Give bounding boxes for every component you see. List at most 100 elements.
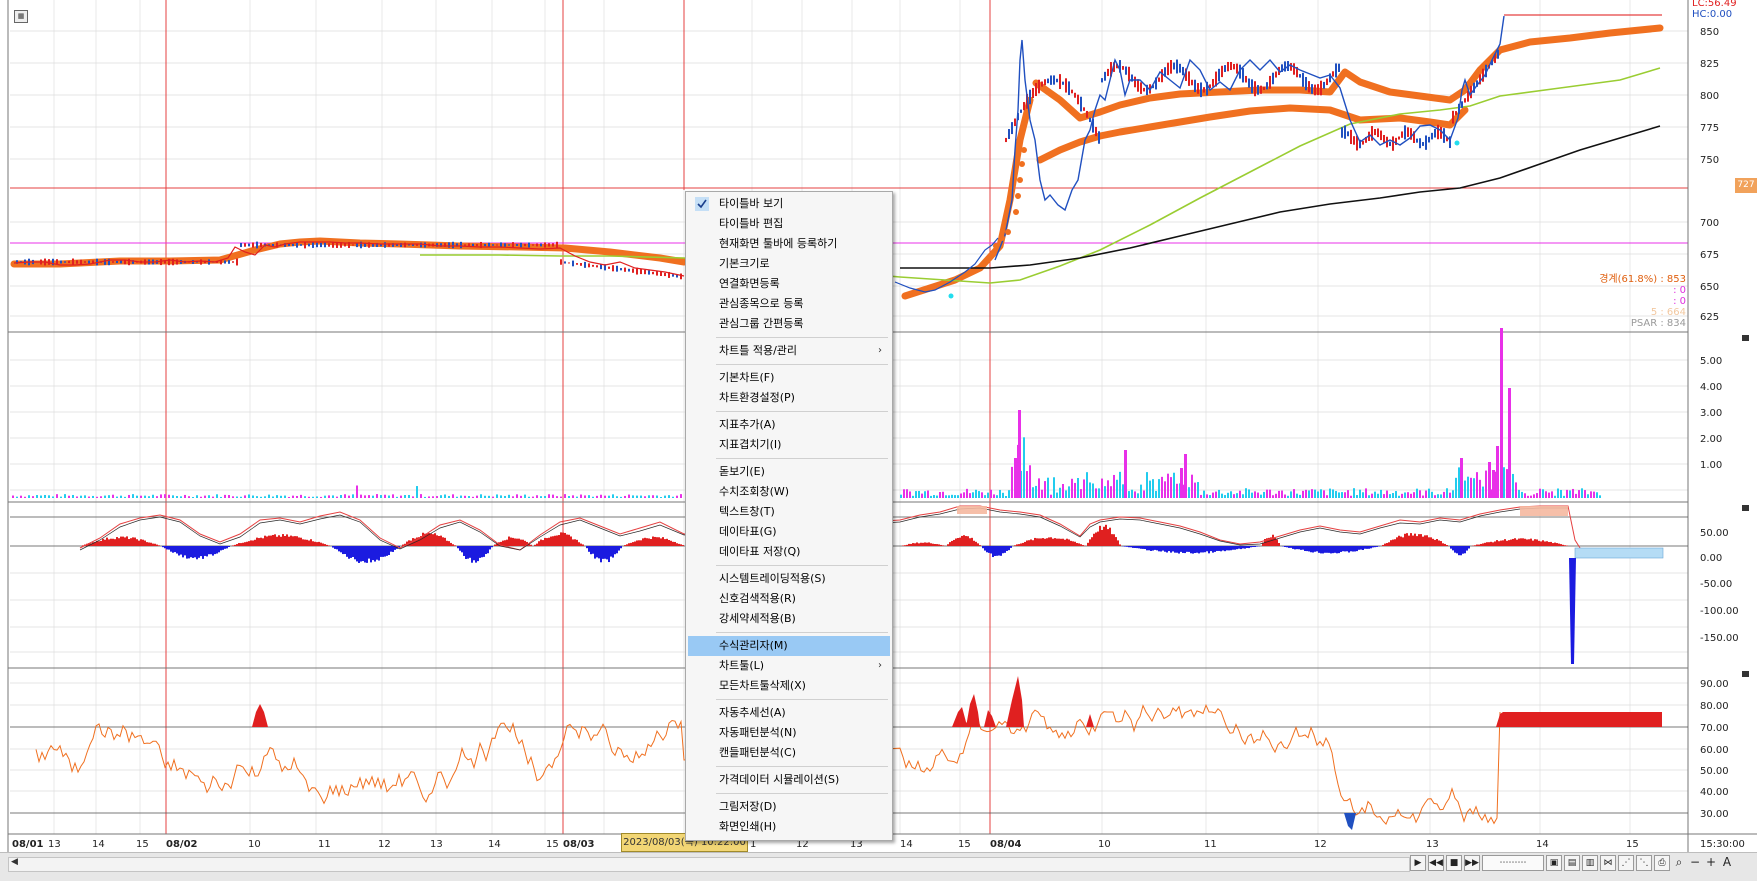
- menu-item-label: 시스템트레이딩적용(S): [719, 572, 826, 585]
- time-tick: 10: [248, 839, 261, 850]
- scroll-left-icon[interactable]: ◀: [11, 857, 18, 867]
- menu-item[interactable]: 텍스트창(T): [688, 502, 890, 522]
- chart-menu-icon[interactable]: ▦: [14, 10, 28, 23]
- menu-item[interactable]: 그림저장(D): [688, 797, 890, 817]
- chevron-right-icon: ›: [878, 341, 882, 361]
- price-tick: 800: [1700, 91, 1719, 102]
- lc-value: LC:56.49: [1692, 0, 1737, 9]
- volume-tick: 3.00: [1700, 408, 1722, 419]
- rsi-tick: 80.00: [1700, 701, 1729, 712]
- print-icon[interactable]: ⎙: [1654, 855, 1670, 871]
- menu-item[interactable]: 가격데이터 시뮬레이션(S): [688, 770, 890, 790]
- menu-item-label: 차트툴(L): [719, 659, 764, 672]
- menu-item[interactable]: 데이타표(G): [688, 522, 890, 542]
- menu-item[interactable]: 지표추가(A): [688, 415, 890, 435]
- menu-item[interactable]: 기본크기로: [688, 254, 890, 274]
- time-tick: 13: [48, 839, 61, 850]
- legend-psar: PSAR : 834: [1631, 318, 1686, 329]
- price-tick: 625: [1700, 312, 1719, 323]
- horizontal-scrollbar[interactable]: ◀: [8, 857, 1410, 872]
- menu-item[interactable]: 타이틀바 편집: [688, 214, 890, 234]
- table-icon[interactable]: ▤: [1564, 855, 1580, 871]
- menu-item[interactable]: 데이타표 저장(Q): [688, 542, 890, 562]
- menu-item[interactable]: 시스템트레이딩적용(S): [688, 569, 890, 589]
- stop-icon[interactable]: ■: [1446, 855, 1462, 871]
- zoom-out-icon[interactable]: −: [1688, 855, 1702, 869]
- time-tick: 11: [318, 839, 331, 850]
- menu-item[interactable]: 관심그룹 간편등록: [688, 314, 890, 334]
- menu-item[interactable]: 연결화면등록: [688, 274, 890, 294]
- time-tick: 11: [1204, 839, 1217, 850]
- menu-item-label: 가격데이터 시뮬레이션(S): [719, 773, 839, 786]
- menu-item[interactable]: 캔들패턴분석(C): [688, 743, 890, 763]
- time-axis-end: 15:30:00: [1700, 839, 1745, 850]
- tool-icon[interactable]: ▥: [1582, 855, 1598, 871]
- menu-separator: [716, 411, 888, 412]
- speed-slider[interactable]: ⋯⋯⋯: [1482, 855, 1544, 871]
- legend-boundary: 경계(61.8%) : 853: [1599, 272, 1686, 285]
- menu-item[interactable]: 관심종목으로 등록: [688, 294, 890, 314]
- menu-item[interactable]: 차트틀 적용/관리 ›: [688, 341, 890, 361]
- menu-item-label: 강세약세적용(B): [719, 612, 796, 625]
- menu-item[interactable]: 수치조회창(W): [688, 482, 890, 502]
- menu-item-label: 캔들패턴분석(C): [719, 746, 796, 759]
- macd-tick: -100.00: [1700, 606, 1739, 617]
- menu-item[interactable]: 자동추세선(A): [688, 703, 890, 723]
- menu-item-label: 화면인쇄(H): [719, 820, 776, 833]
- menu-item-label: 타이틀바 보기: [719, 197, 783, 210]
- menu-item[interactable]: 기본차트(F): [688, 368, 890, 388]
- menu-item-label: 차트환경설정(P): [719, 391, 795, 404]
- time-tick: 15: [1626, 839, 1639, 850]
- menu-item[interactable]: 수식관리자(M): [688, 636, 890, 656]
- menu-item-label: 관심종목으로 등록: [719, 297, 803, 310]
- menu-item[interactable]: 타이틀바 보기: [688, 194, 890, 214]
- legend-zero-1: : 0: [1673, 285, 1686, 296]
- menu-item-label: 수식관리자(M): [719, 639, 788, 652]
- menu-separator: [716, 766, 888, 767]
- macd-tick: -150.00: [1700, 633, 1739, 644]
- menu-item[interactable]: 지표겹치기(I): [688, 435, 890, 455]
- menu-item[interactable]: 모든차트툴삭제(X): [688, 676, 890, 696]
- time-tick: 14: [92, 839, 105, 850]
- menu-item[interactable]: 자동패턴분석(N): [688, 723, 890, 743]
- volume-tick: 2.00: [1700, 434, 1722, 445]
- menu-item-label: 수치조회창(W): [719, 485, 789, 498]
- layout-icon[interactable]: ▣: [1546, 855, 1562, 871]
- fast-forward-icon[interactable]: ▶▶: [1464, 855, 1480, 871]
- menu-item-label: 지표겹치기(I): [719, 438, 781, 451]
- menu-item-label: 차트틀 적용/관리: [719, 344, 797, 357]
- menu-item-label: 기본차트(F): [719, 371, 774, 384]
- menu-item[interactable]: 돋보기(E): [688, 462, 890, 482]
- time-tick: 14: [1536, 839, 1549, 850]
- menu-item-label: 그림저장(D): [719, 800, 777, 813]
- time-tick: 14: [900, 839, 913, 850]
- menu-item[interactable]: 차트환경설정(P): [688, 388, 890, 408]
- zoom-in-icon[interactable]: +: [1704, 855, 1718, 869]
- menu-item[interactable]: 화면인쇄(H): [688, 817, 890, 837]
- current-price-tag: 727: [1735, 178, 1757, 193]
- draw-icon[interactable]: ⋱: [1636, 855, 1652, 871]
- time-tick: 13: [430, 839, 443, 850]
- chevron-right-icon: ›: [878, 656, 882, 676]
- menu-item-label: 타이틀바 편집: [719, 217, 783, 230]
- macd-tail-fill: [1575, 548, 1663, 558]
- chart-bottom-toolbar: ◀ ▶ ◀◀ ■ ▶▶ ⋯⋯⋯ ▣ ▤ ▥ ⋈ ⋰ ⋱ ⎙ ⌕ − + A: [0, 852, 1757, 881]
- menu-item-label: 관심그룹 간편등록: [719, 317, 803, 330]
- play-icon[interactable]: ▶: [1410, 855, 1426, 871]
- menu-item[interactable]: 강세약세적용(B): [688, 609, 890, 629]
- macd-tick: 0.00: [1700, 553, 1722, 564]
- menu-item[interactable]: 신호검색적용(R): [688, 589, 890, 609]
- search-icon[interactable]: ⌕: [1672, 855, 1686, 869]
- rewind-icon[interactable]: ◀◀: [1428, 855, 1444, 871]
- price-tick: 775: [1700, 123, 1719, 134]
- menu-item[interactable]: 차트툴(L) ›: [688, 656, 890, 676]
- rsi-tick: 70.00: [1700, 723, 1729, 734]
- menu-item-label: 데이타표(G): [719, 525, 777, 538]
- time-tick: 12: [1314, 839, 1327, 850]
- menu-item[interactable]: 현재화면 툴바에 등록하기: [688, 234, 890, 254]
- trend-icon[interactable]: ⋰: [1618, 855, 1634, 871]
- menu-item-label: 자동패턴분석(N): [719, 726, 797, 739]
- font-size-icon[interactable]: A: [1720, 855, 1734, 869]
- indicator-icon[interactable]: ⋈: [1600, 855, 1616, 871]
- macd-tick: 50.00: [1700, 528, 1729, 539]
